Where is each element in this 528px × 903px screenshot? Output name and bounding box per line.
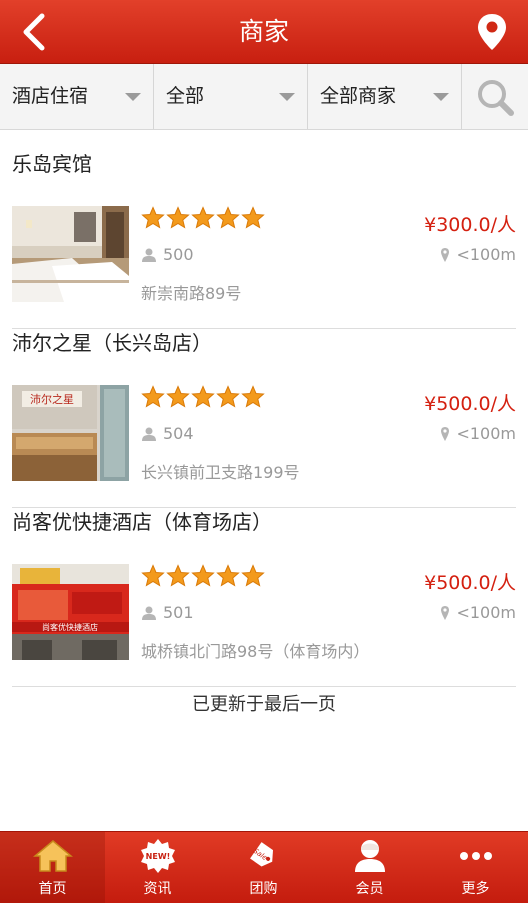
- star-icon: [216, 385, 240, 408]
- star-icon: [166, 206, 190, 229]
- tab-home[interactable]: 首页: [0, 832, 105, 903]
- merchant-photo: 尚客优快捷酒店: [12, 564, 129, 660]
- more-dots-icon: [459, 852, 492, 860]
- star-icon: [191, 385, 215, 408]
- star-icon: [141, 564, 165, 587]
- visitor-count: 500: [141, 245, 194, 264]
- star-rating: [141, 564, 265, 588]
- dropdown-arrow-icon: [279, 93, 295, 101]
- home-icon: [32, 840, 73, 872]
- star-icon: [241, 564, 265, 587]
- star-icon: [216, 564, 240, 587]
- address: 城桥镇北门路98号（体育场内）: [141, 642, 370, 661]
- star-rating: [141, 206, 265, 230]
- star-icon: [191, 206, 215, 229]
- page-title: 商家: [238, 17, 289, 46]
- merchant-name: 乐岛宾馆: [12, 152, 92, 176]
- tab-group-buy-label: 团购: [249, 881, 278, 897]
- divider: [12, 686, 516, 687]
- star-icon: [141, 385, 165, 408]
- distance-value: <100m: [456, 424, 516, 443]
- tab-group-buy[interactable]: Sale 团购: [211, 832, 316, 903]
- tab-member[interactable]: 会员: [317, 832, 422, 903]
- end-of-list-note: 已更新于最后一页: [192, 694, 336, 715]
- visitor-count: 501: [141, 603, 194, 622]
- user-icon: [142, 606, 156, 620]
- category-filter[interactable]: 酒店住宿: [0, 64, 154, 129]
- tab-news[interactable]: NEW! 资讯: [105, 832, 210, 903]
- visitor-count-value: 501: [163, 603, 194, 622]
- star-rating: [141, 385, 265, 409]
- tab-news-label: 资讯: [143, 881, 172, 897]
- dropdown-arrow-icon: [125, 93, 141, 101]
- price: ¥300.0/人: [424, 214, 516, 236]
- tab-home-label: 首页: [38, 881, 67, 897]
- dropdown-arrow-icon: [433, 93, 449, 101]
- merchant-name: 尚客优快捷酒店（体育场店）: [12, 510, 272, 534]
- user-icon: [142, 427, 156, 441]
- top-bar: 商家: [0, 0, 528, 64]
- distance-value: <100m: [456, 603, 516, 622]
- map-pin-icon: [441, 605, 450, 620]
- merchant-filter-label: 全部商家: [320, 85, 397, 107]
- svg-text:尚客优快捷酒店: 尚客优快捷酒店: [42, 622, 98, 632]
- merchant-photo: [12, 206, 129, 302]
- price: ¥500.0/人: [424, 572, 516, 594]
- location-pin-icon: [478, 14, 506, 50]
- location-button[interactable]: [474, 12, 510, 52]
- visitor-count-value: 500: [163, 245, 194, 264]
- area-filter-label: 全部: [166, 85, 205, 107]
- distance: <100m: [440, 603, 516, 622]
- star-icon: [166, 385, 190, 408]
- merchant-filter[interactable]: 全部商家: [308, 64, 462, 129]
- bottom-tab-bar: 首页 NEW! 资讯 Sale 团购 会员 更多: [0, 831, 528, 903]
- distance: <100m: [440, 424, 516, 443]
- filter-bar: 酒店住宿 全部 全部商家: [0, 64, 528, 130]
- tab-member-label: 会员: [355, 881, 384, 897]
- map-pin-icon: [441, 426, 450, 441]
- sale-tag-icon: Sale: [249, 842, 273, 867]
- address: 长兴镇前卫支路199号: [141, 463, 300, 482]
- user-icon: [142, 248, 156, 262]
- tab-more[interactable]: 更多: [423, 832, 528, 903]
- tab-more-label: 更多: [461, 881, 490, 897]
- visitor-count-value: 504: [163, 424, 194, 443]
- star-icon: [241, 206, 265, 229]
- star-icon: [216, 206, 240, 229]
- distance: <100m: [440, 245, 516, 264]
- star-icon: [166, 564, 190, 587]
- merchant-photo: 沛尔之星: [12, 385, 129, 481]
- visitor-count: 504: [141, 424, 194, 443]
- search-icon: [478, 80, 514, 116]
- member-icon: [354, 840, 385, 872]
- category-filter-label: 酒店住宿: [12, 85, 89, 107]
- distance-value: <100m: [456, 245, 516, 264]
- star-icon: [191, 564, 215, 587]
- svg-text:沛尔之星: 沛尔之星: [30, 392, 74, 406]
- star-icon: [141, 206, 165, 229]
- map-pin-icon: [441, 247, 450, 262]
- news-badge-icon: NEW!: [140, 839, 175, 873]
- area-filter[interactable]: 全部: [154, 64, 308, 129]
- svg-text:NEW!: NEW!: [145, 852, 170, 861]
- star-icon: [241, 385, 265, 408]
- address: 新崇南路89号: [141, 284, 242, 303]
- price: ¥500.0/人: [424, 393, 516, 415]
- search-button[interactable]: [462, 64, 528, 129]
- merchant-name: 沛尔之星（长兴岛店）: [12, 331, 212, 355]
